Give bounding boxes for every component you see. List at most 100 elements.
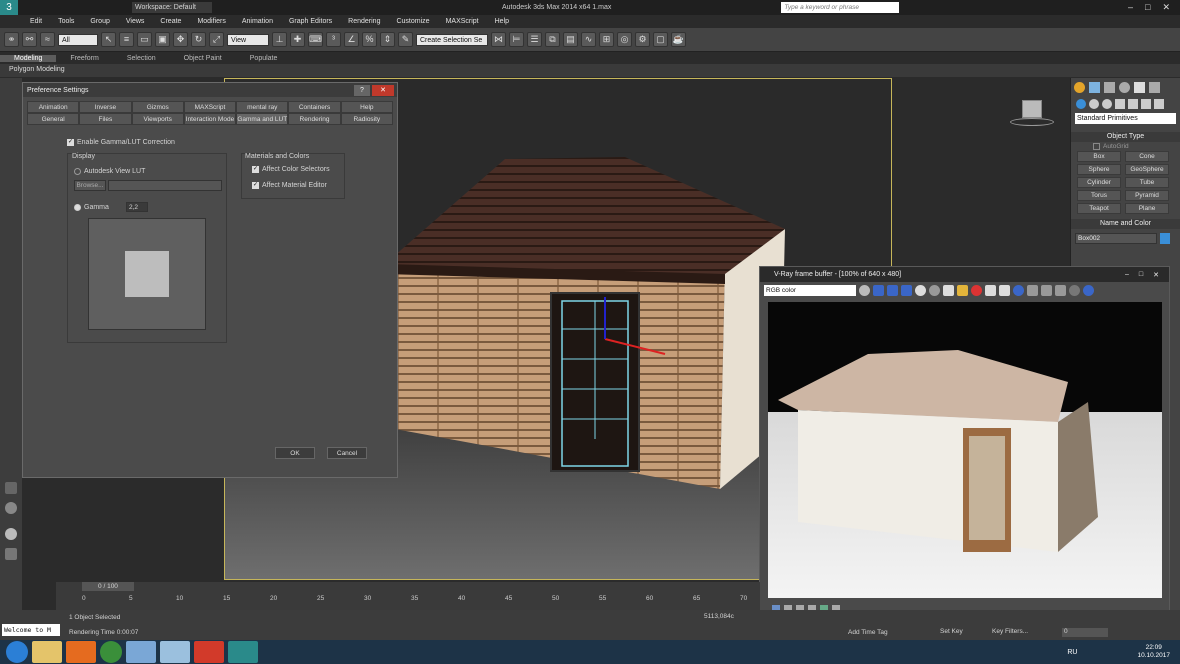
- object-name-field[interactable]: Box002: [1075, 233, 1157, 244]
- menu-item-animation[interactable]: Animation: [234, 18, 281, 25]
- ribbon-tab-object-paint[interactable]: Object Paint: [170, 55, 236, 62]
- graphite-icon[interactable]: ▤: [563, 32, 578, 47]
- maximize-icon[interactable]: □: [1139, 271, 1143, 279]
- search-input[interactable]: Type a keyword or phrase: [781, 2, 900, 13]
- orbit-icon[interactable]: [5, 502, 17, 514]
- radio-selected[interactable]: [74, 204, 81, 211]
- affect-color-checkbox[interactable]: ✓ Affect Color Selectors: [252, 166, 330, 173]
- named-selection-set[interactable]: Create Selection Se: [416, 33, 488, 46]
- reference-coordinate-dropdown[interactable]: View: [227, 33, 269, 46]
- help-icon[interactable]: ?: [354, 84, 370, 96]
- angle-snap-icon[interactable]: ∠: [344, 32, 359, 47]
- notes-icon[interactable]: [160, 641, 190, 663]
- timeline[interactable]: 0 / 100 0 5 10 15 20 25 30 35 40 45 50 55 60 65 70: [56, 582, 760, 610]
- autogrid-checkbox-box[interactable]: [1093, 143, 1100, 150]
- window-controls[interactable]: – □ ✕: [1128, 2, 1180, 13]
- render-setup-icon[interactable]: ⚙: [635, 32, 650, 47]
- hierarchy-tab-icon[interactable]: [1104, 82, 1115, 93]
- image-viewer-icon[interactable]: [126, 641, 156, 663]
- autogrid-checkbox[interactable]: AutoGrid: [1093, 143, 1158, 150]
- blue-channel-icon[interactable]: [901, 284, 912, 296]
- move-icon[interactable]: ✥: [173, 32, 188, 47]
- stop-icon[interactable]: [1069, 284, 1080, 296]
- keyboard-shortcut-icon[interactable]: ⌨: [308, 32, 323, 47]
- tab-general[interactable]: General: [27, 113, 80, 125]
- tab-files[interactable]: Files: [79, 113, 132, 125]
- edit-named-selection-icon[interactable]: ✎: [398, 32, 413, 47]
- scene-explorer-icon[interactable]: ⧉: [545, 32, 560, 47]
- manipulate-icon[interactable]: ✚: [290, 32, 305, 47]
- spinner-snap-icon[interactable]: ⇕: [380, 32, 395, 47]
- menu-item-graph-editors[interactable]: Graph Editors: [281, 18, 340, 25]
- create-teapot-button[interactable]: Teapot: [1077, 203, 1121, 214]
- explorer-icon[interactable]: [32, 641, 62, 663]
- object-type-header[interactable]: Object Type: [1071, 132, 1180, 142]
- close-icon[interactable]: ✕: [1162, 2, 1170, 13]
- name-color-header[interactable]: Name and Color: [1071, 219, 1180, 229]
- ribbon-tab-selection[interactable]: Selection: [113, 55, 170, 62]
- display-tab-icon[interactable]: [1134, 82, 1145, 93]
- lut-path-field[interactable]: [108, 180, 222, 191]
- key-filters-button[interactable]: Key Filters...: [992, 628, 1028, 635]
- menu-item-modifiers[interactable]: Modifiers: [189, 18, 233, 25]
- menu-item-customize[interactable]: Customize: [388, 18, 437, 25]
- create-torus-button[interactable]: Torus: [1077, 190, 1121, 201]
- polygon-modeling-label[interactable]: Polygon Modeling: [9, 66, 65, 73]
- unlink-icon[interactable]: ⚯: [22, 32, 37, 47]
- app-logo-icon[interactable]: 3: [0, 0, 18, 15]
- tab-help[interactable]: Help: [340, 101, 393, 113]
- create-cone-button[interactable]: Cone: [1125, 151, 1169, 162]
- tab-interaction-mode[interactable]: Interaction Mode: [183, 113, 237, 125]
- vfb-window-controls[interactable]: – □ ✕: [1125, 271, 1169, 279]
- percent-snap-icon[interactable]: %: [362, 32, 377, 47]
- maximize-icon[interactable]: □: [1145, 2, 1150, 13]
- menu-item-help[interactable]: Help: [487, 18, 517, 25]
- pdf-icon[interactable]: [194, 641, 224, 663]
- systems-icon[interactable]: [1154, 99, 1164, 109]
- lut-radio[interactable]: Autodesk View LUT: [74, 168, 145, 175]
- checkbox-checked[interactable]: ✓: [67, 139, 74, 146]
- render-icon[interactable]: ☕: [671, 32, 686, 47]
- rendered-frame-icon[interactable]: ▢: [653, 32, 668, 47]
- viewcube-icon[interactable]: [1010, 100, 1054, 128]
- close-icon[interactable]: ✕: [1153, 271, 1159, 279]
- create-tube-button[interactable]: Tube: [1125, 177, 1169, 188]
- tab-gamma-and-lut[interactable]: Gamma and LUT: [236, 113, 289, 125]
- vfb-title-bar[interactable]: V-Ray frame buffer - [100% of 640 x 480]…: [760, 267, 1169, 282]
- workspace-dropdown[interactable]: Workspace: Default: [132, 2, 212, 13]
- gamma-spinner[interactable]: 2,2: [126, 202, 148, 212]
- tab-mental-ray[interactable]: mental ray: [236, 101, 289, 113]
- helpers-icon[interactable]: [1128, 99, 1138, 109]
- create-sphere-button[interactable]: Sphere: [1077, 164, 1121, 175]
- 3dsmax-taskbar-icon[interactable]: [228, 641, 258, 663]
- load-icon[interactable]: [957, 284, 968, 296]
- chrome-icon[interactable]: [100, 641, 122, 663]
- browse-button[interactable]: Browse...: [74, 180, 106, 191]
- rect-selection-icon[interactable]: ▭: [137, 32, 152, 47]
- media-player-icon[interactable]: [66, 641, 96, 663]
- object-color-swatch[interactable]: [1160, 233, 1170, 244]
- snap-icon[interactable]: ³: [326, 32, 341, 47]
- create-plane-button[interactable]: Plane: [1125, 203, 1169, 214]
- region-render-icon[interactable]: [999, 284, 1010, 296]
- menu-item-tools[interactable]: Tools: [50, 18, 82, 25]
- red-channel-icon[interactable]: [873, 284, 884, 296]
- start-button[interactable]: [6, 641, 28, 663]
- utilities-tab-icon[interactable]: [1149, 82, 1160, 93]
- menu-item-rendering[interactable]: Rendering: [340, 18, 388, 25]
- motion-tab-icon[interactable]: [1119, 82, 1130, 93]
- material-editor-icon[interactable]: ◎: [617, 32, 632, 47]
- tab-radiosity[interactable]: Radiosity: [340, 113, 393, 125]
- menu-item-group[interactable]: Group: [82, 18, 117, 25]
- create-pyramid-button[interactable]: Pyramid: [1125, 190, 1169, 201]
- create-box-button[interactable]: Box: [1077, 151, 1121, 162]
- link-icon[interactable]: [1027, 284, 1038, 296]
- mirror-icon[interactable]: ⋈: [491, 32, 506, 47]
- save-image-icon[interactable]: [859, 284, 870, 296]
- lens-icon[interactable]: [1055, 284, 1066, 296]
- layer-manager-icon[interactable]: ☰: [527, 32, 542, 47]
- affect-material-checkbox[interactable]: ✓ Affect Material Editor: [252, 182, 327, 189]
- category-dropdown[interactable]: Standard Primitives: [1075, 113, 1176, 124]
- menu-item-views[interactable]: Views: [118, 18, 153, 25]
- sphere-icon[interactable]: [5, 528, 17, 540]
